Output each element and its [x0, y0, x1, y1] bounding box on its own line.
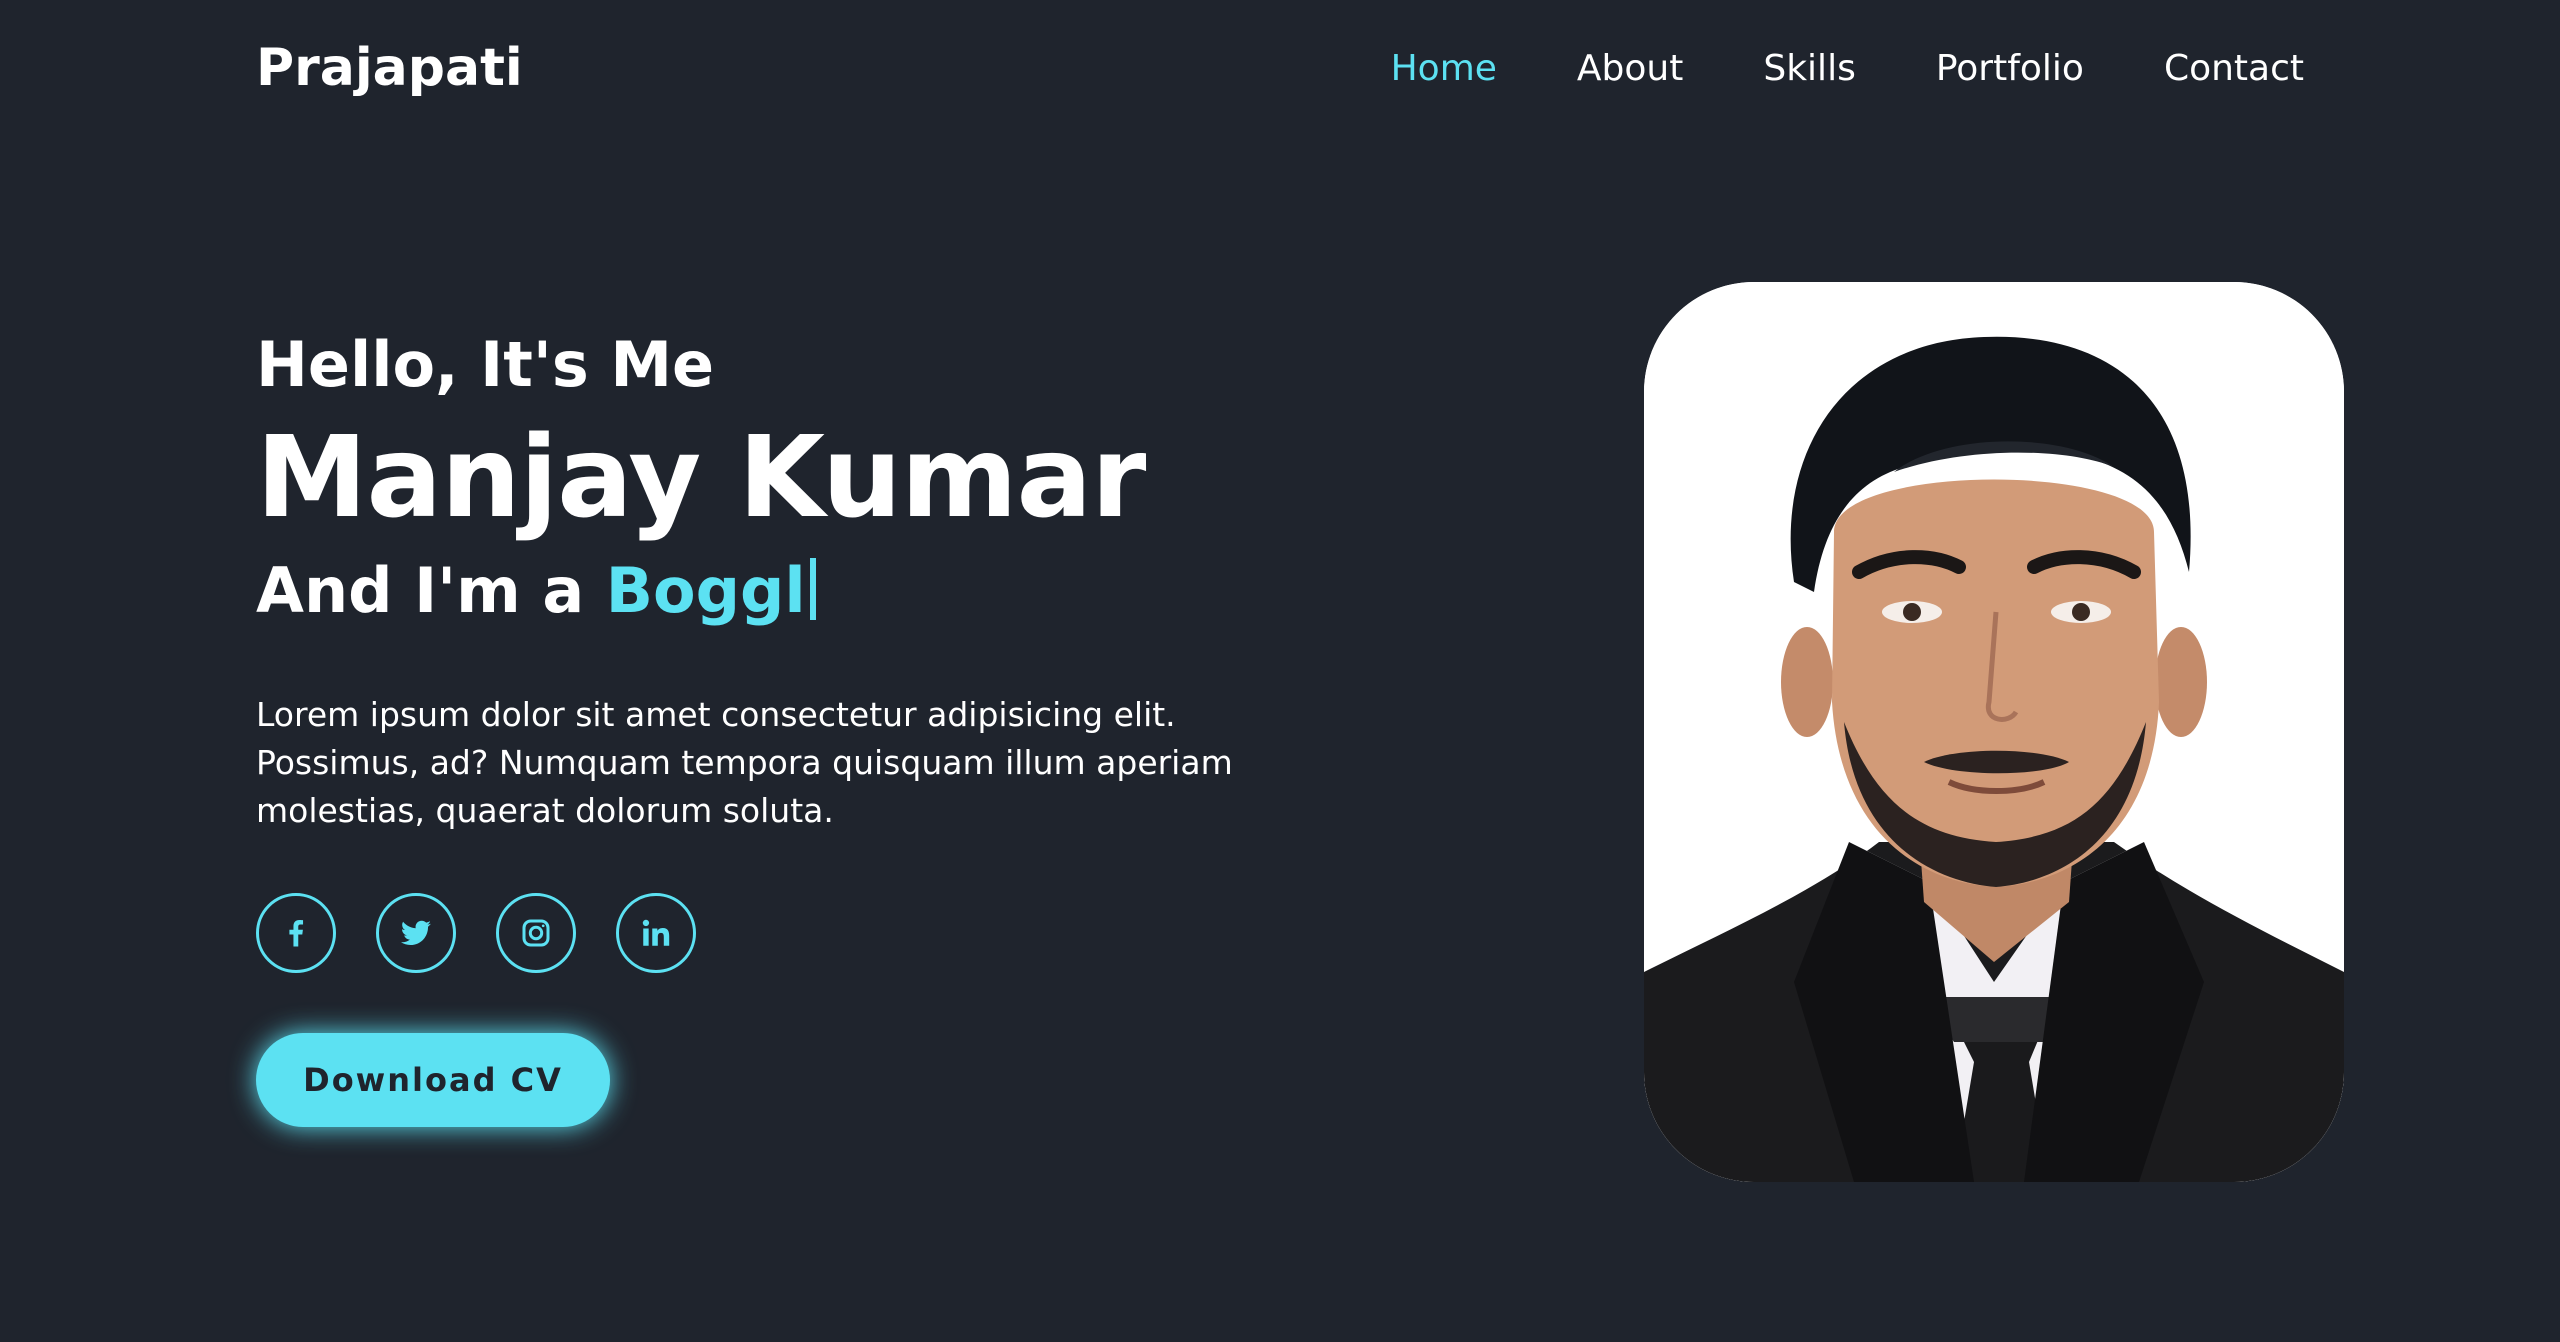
social-links: [256, 893, 1356, 973]
role-typed-text: Boggl: [605, 554, 806, 627]
facebook-icon: [289, 919, 304, 947]
linkedin-icon: [642, 919, 670, 946]
download-cv-button[interactable]: Download CV: [256, 1033, 610, 1127]
site-header: Prajapati Home About Skills Portfolio Co…: [0, 0, 2560, 150]
bio-paragraph: Lorem ipsum dolor sit amet consectetur a…: [256, 695, 1233, 830]
greeting-heading: Hello, It's Me: [256, 328, 715, 401]
nav-home[interactable]: Home: [1391, 48, 1497, 89]
main-nav: Home About Skills Portfolio Contact: [1391, 48, 2304, 89]
typing-cursor: [809, 558, 816, 620]
instagram-link[interactable]: [496, 893, 576, 973]
role-heading: And I'm a Boggl: [256, 551, 1356, 631]
role-prefix: And I'm a: [256, 554, 606, 627]
linkedin-link[interactable]: [616, 893, 696, 973]
instagram-icon: [522, 919, 550, 947]
twitter-icon: [401, 920, 431, 945]
facebook-link[interactable]: [256, 893, 336, 973]
hero-content: Hello, It's Me Manjay Kumar And I'm a Bo…: [256, 325, 1356, 1127]
nav-skills[interactable]: Skills: [1763, 48, 1855, 89]
profile-photo: [1644, 282, 2344, 1182]
nav-about[interactable]: About: [1577, 48, 1683, 89]
twitter-link[interactable]: [376, 893, 456, 973]
site-logo[interactable]: Prajapati: [256, 38, 523, 98]
name-heading: Manjay Kumar: [256, 413, 1146, 543]
nav-portfolio[interactable]: Portfolio: [1936, 48, 2084, 89]
nav-contact[interactable]: Contact: [2164, 48, 2304, 89]
profile-portrait-image: [1644, 282, 2344, 1182]
